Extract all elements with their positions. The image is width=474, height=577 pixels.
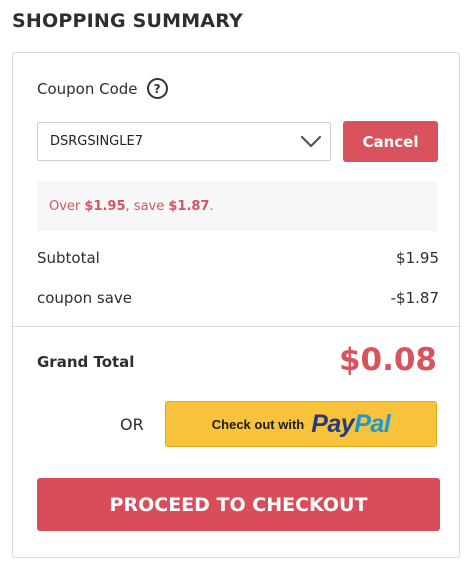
notice-suffix: .: [209, 198, 214, 214]
coupon-code-label: Coupon Code: [37, 79, 138, 98]
shopping-summary-page: SHOPPING SUMMARY Coupon Code ? DSRGSINGL…: [0, 0, 474, 577]
coupon-save-label: coupon save: [37, 289, 133, 307]
proceed-to-checkout-button[interactable]: PROCEED TO CHECKOUT: [37, 478, 440, 531]
grand-total-value: $0.08: [338, 342, 437, 378]
notice-prefix: Over: [49, 198, 85, 214]
cancel-coupon-button[interactable]: Cancel: [343, 121, 438, 162]
coupon-label-row: Coupon Code ?: [37, 78, 168, 99]
subtotal-value: $1.95: [396, 249, 439, 267]
paypal-logo-pal: Pal: [354, 409, 391, 438]
paypal-logo: PayPal: [311, 409, 391, 439]
coupon-save-value: -$1.87: [390, 289, 439, 307]
notice-threshold: $1.95: [84, 198, 126, 214]
notice-middle: , save: [125, 198, 169, 214]
coupon-notice: Over $1.95, save $1.87.: [37, 181, 437, 231]
subtotal-label: Subtotal: [37, 249, 100, 267]
or-separator: OR: [120, 415, 144, 434]
grand-total-label: Grand Total: [37, 353, 135, 371]
section-title: SHOPPING SUMMARY: [12, 10, 243, 32]
question-circle-icon[interactable]: ?: [146, 78, 168, 99]
divider: [13, 326, 459, 327]
paypal-logo-pay: Pay: [311, 409, 355, 438]
coupon-code-select[interactable]: DSRGSINGLE7: [37, 122, 331, 161]
chevron-down-icon: [300, 135, 322, 147]
notice-amount: $1.87: [168, 198, 210, 214]
coupon-selected-value: DSRGSINGLE7: [50, 134, 143, 149]
subtotal-row: Subtotal $1.95: [37, 249, 439, 267]
summary-card: Coupon Code ? DSRGSINGLE7 Cancel Over $1…: [12, 52, 460, 558]
paypal-checkout-button[interactable]: Check out with PayPal: [165, 401, 437, 447]
paypal-prefix-text: Check out with: [211, 416, 305, 432]
coupon-notice-text: Over $1.95, save $1.87.: [37, 199, 214, 214]
coupon-save-row: coupon save -$1.87: [37, 289, 439, 307]
